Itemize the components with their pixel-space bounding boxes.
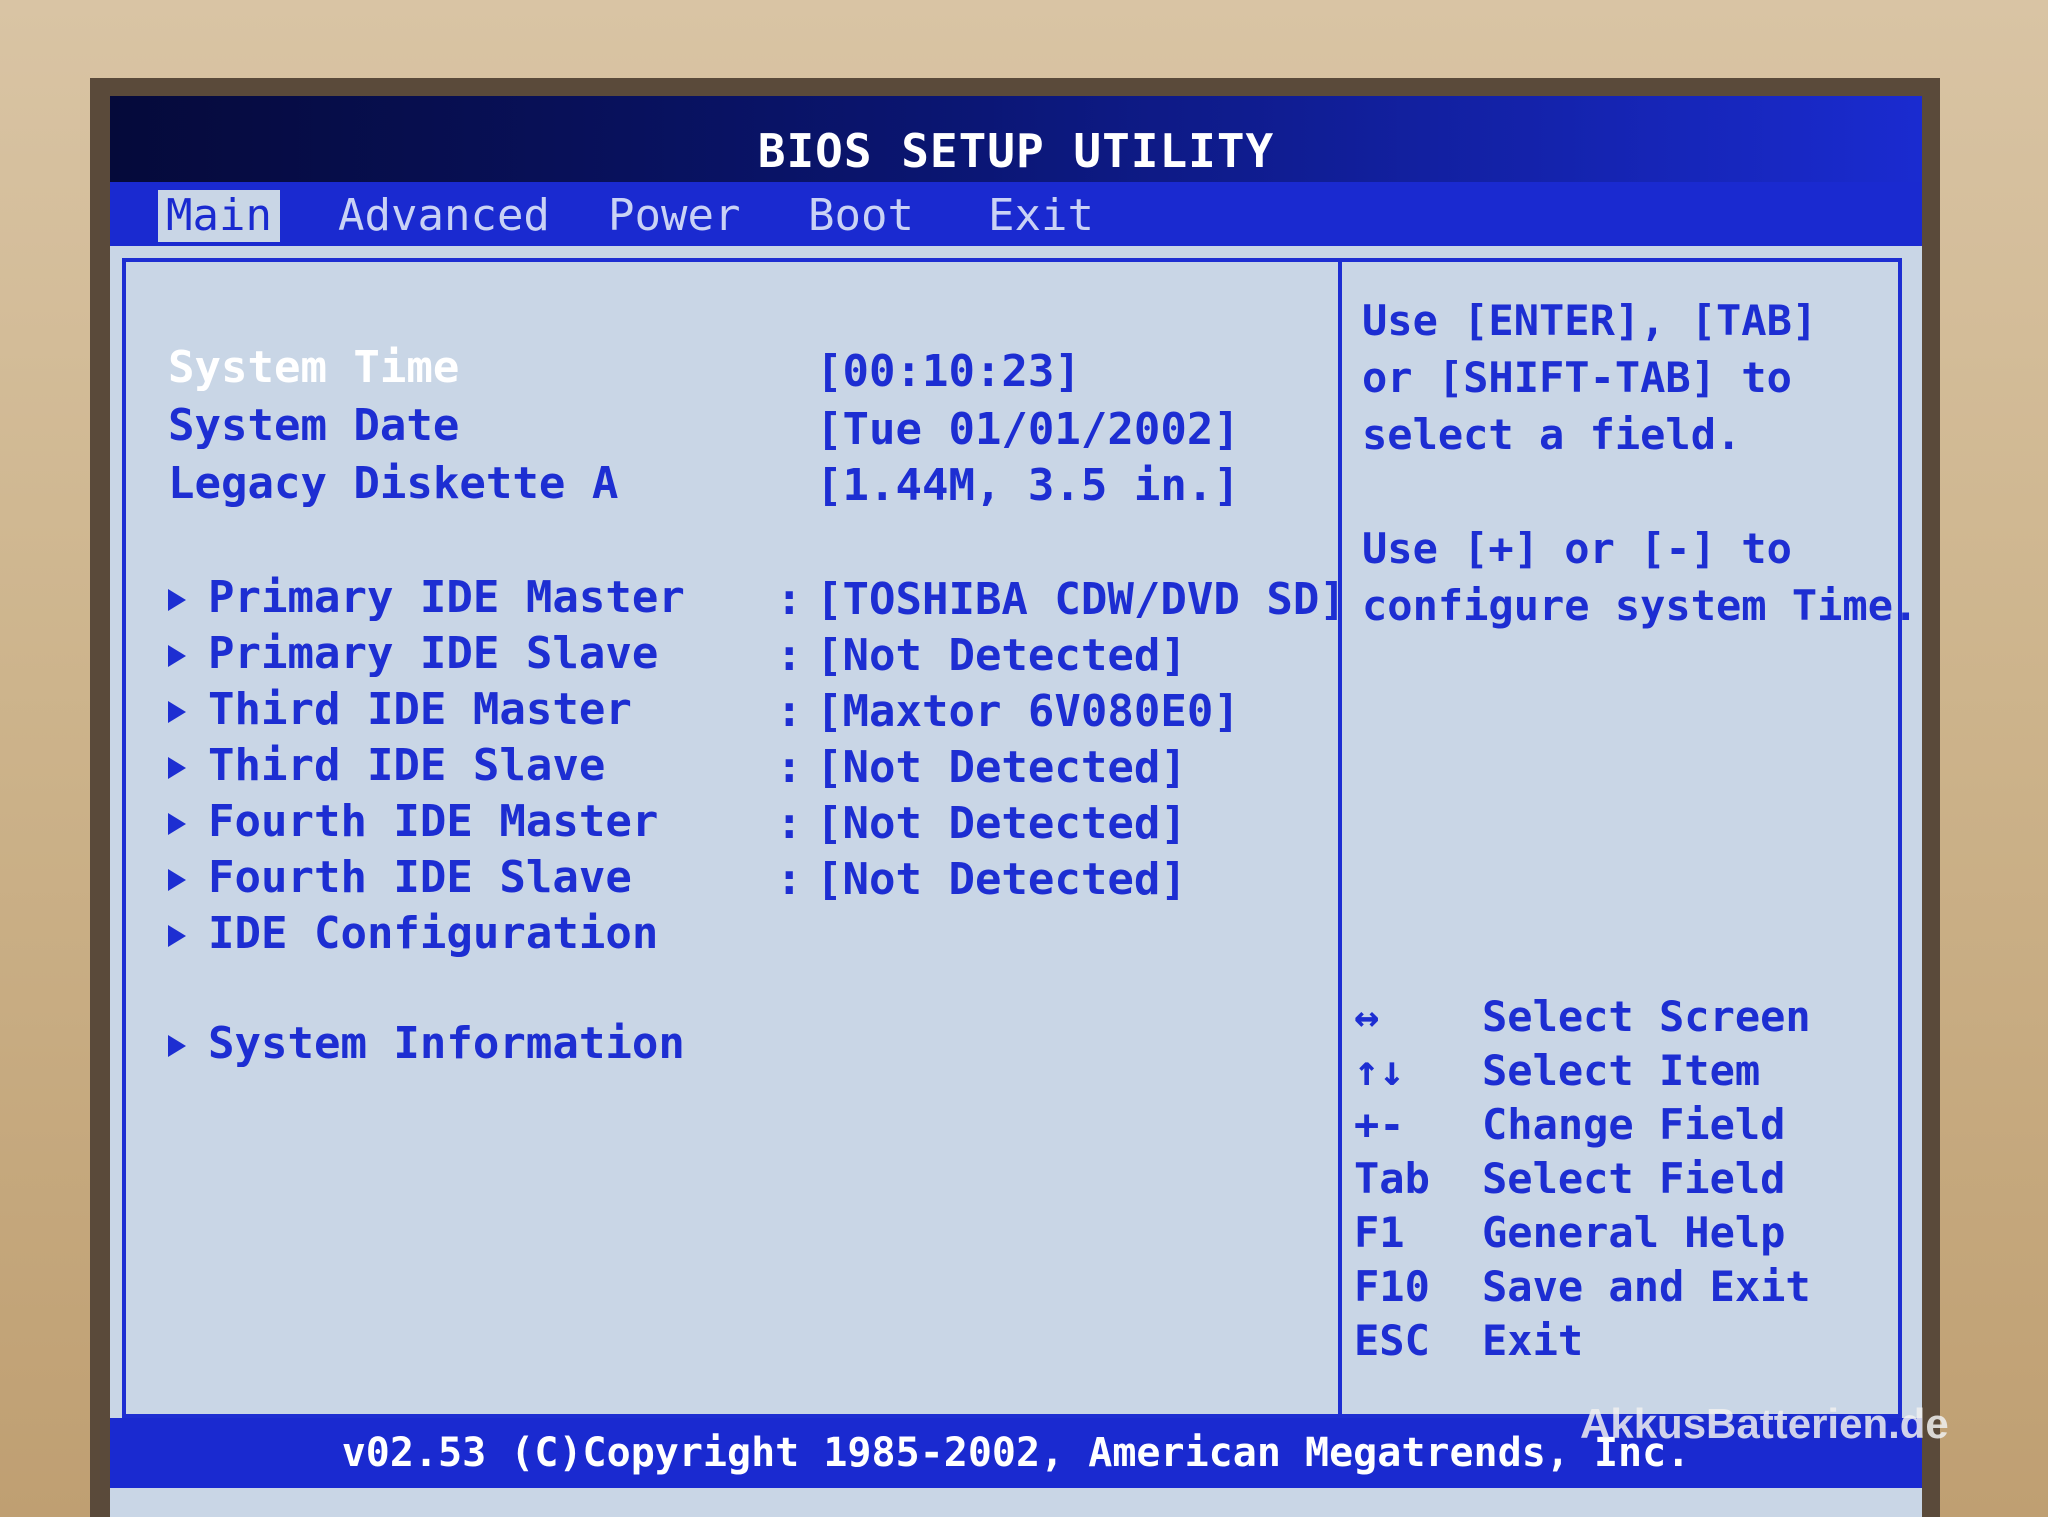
system-date-value[interactable]: [Tue 01/01/2002] <box>816 404 1240 455</box>
legacy-diskette-value[interactable]: [1.44M, 3.5 in.] <box>816 460 1240 511</box>
submenu-system-information[interactable]: System Information <box>168 1018 685 1069</box>
help-line: or [SHIFT-TAB] to <box>1362 353 1792 402</box>
tab-main[interactable]: Main <box>158 190 280 242</box>
key-desc-exit: Exit <box>1482 1316 1584 1365</box>
submenu-arrow-icon <box>168 1035 186 1057</box>
key-tab: Tab <box>1354 1154 1430 1203</box>
submenu-third-ide-master[interactable]: Third IDE Master <box>168 684 632 735</box>
tab-power[interactable]: Power <box>600 190 748 242</box>
third-ide-master-value: [Maxtor 6V080E0] <box>816 686 1240 737</box>
key-desc-select-item: Select Item <box>1482 1046 1761 1095</box>
third-ide-slave-value: [Not Detected] <box>816 742 1187 793</box>
submenu-fourth-ide-slave[interactable]: Fourth IDE Slave <box>168 852 632 903</box>
colon-separator: : <box>776 574 803 625</box>
tab-boot[interactable]: Boot <box>800 190 922 242</box>
key-desc-select-field: Select Field <box>1482 1154 1786 1203</box>
key-plus-minus: +- <box>1354 1100 1405 1149</box>
help-line: Use [+] or [-] to <box>1362 524 1792 573</box>
submenu-primary-ide-master[interactable]: Primary IDE Master <box>168 572 685 623</box>
colon-separator: : <box>776 854 803 905</box>
help-line: select a field. <box>1362 410 1742 459</box>
submenu-primary-ide-slave[interactable]: Primary IDE Slave <box>168 628 658 679</box>
settings-panel: System Time [00:10:23] System Date [Tue … <box>122 258 1346 1418</box>
submenu-arrow-icon <box>168 589 186 611</box>
colon-separator: : <box>776 742 803 793</box>
submenu-arrow-icon <box>168 869 186 891</box>
watermark: AkkusBatterien.de <box>1580 1400 1949 1447</box>
key-f1: F1 <box>1354 1208 1405 1257</box>
submenu-fourth-ide-master[interactable]: Fourth IDE Master <box>168 796 658 847</box>
key-esc: ESC <box>1354 1316 1430 1365</box>
submenu-arrow-icon <box>168 813 186 835</box>
fourth-ide-master-value: [Not Detected] <box>816 798 1187 849</box>
setting-legacy-diskette[interactable]: Legacy Diskette A <box>168 458 618 509</box>
main-content: System Time [00:10:23] System Date [Tue … <box>110 246 1922 1517</box>
submenu-arrow-icon <box>168 925 186 947</box>
setting-system-time[interactable]: System Time <box>168 342 459 393</box>
primary-ide-slave-value: [Not Detected] <box>816 630 1187 681</box>
help-panel: Use [ENTER], [TAB] or [SHIFT-TAB] to sel… <box>1342 258 1918 1418</box>
system-time-value[interactable]: [00:10:23] <box>816 346 1081 397</box>
fourth-ide-slave-value: [Not Detected] <box>816 854 1187 905</box>
help-line: Use [ENTER], [TAB] <box>1362 296 1818 345</box>
key-arrows-vertical-icon: ↑↓ <box>1354 1046 1405 1095</box>
key-desc-change-field: Change Field <box>1482 1100 1786 1149</box>
bios-title: BIOS SETUP UTILITY <box>757 124 1275 178</box>
key-desc-general-help: General Help <box>1482 1208 1786 1257</box>
tab-exit[interactable]: Exit <box>980 190 1102 242</box>
key-f10: F10 <box>1354 1262 1430 1311</box>
primary-ide-master-value: [TOSHIBA CDW/DVD SD] <box>816 574 1346 625</box>
submenu-ide-configuration[interactable]: IDE Configuration <box>168 908 658 959</box>
tab-bar: Main Advanced Power Boot Exit <box>110 182 1922 246</box>
submenu-third-ide-slave[interactable]: Third IDE Slave <box>168 740 605 791</box>
colon-separator: : <box>776 630 803 681</box>
help-line: configure system Time. <box>1362 581 1919 630</box>
setting-system-date[interactable]: System Date <box>168 400 459 451</box>
tab-advanced[interactable]: Advanced <box>330 190 558 242</box>
colon-separator: : <box>776 686 803 737</box>
colon-separator: : <box>776 798 803 849</box>
submenu-arrow-icon <box>168 701 186 723</box>
key-desc-save-exit: Save and Exit <box>1482 1262 1811 1311</box>
bios-screen: BIOS SETUP UTILITY Main Advanced Power B… <box>110 96 1922 1517</box>
submenu-arrow-icon <box>168 757 186 779</box>
key-arrows-horizontal-icon: ↔ <box>1354 992 1380 1041</box>
submenu-arrow-icon <box>168 645 186 667</box>
key-desc-select-screen: Select Screen <box>1482 992 1811 1041</box>
title-bar: BIOS SETUP UTILITY <box>110 96 1922 182</box>
